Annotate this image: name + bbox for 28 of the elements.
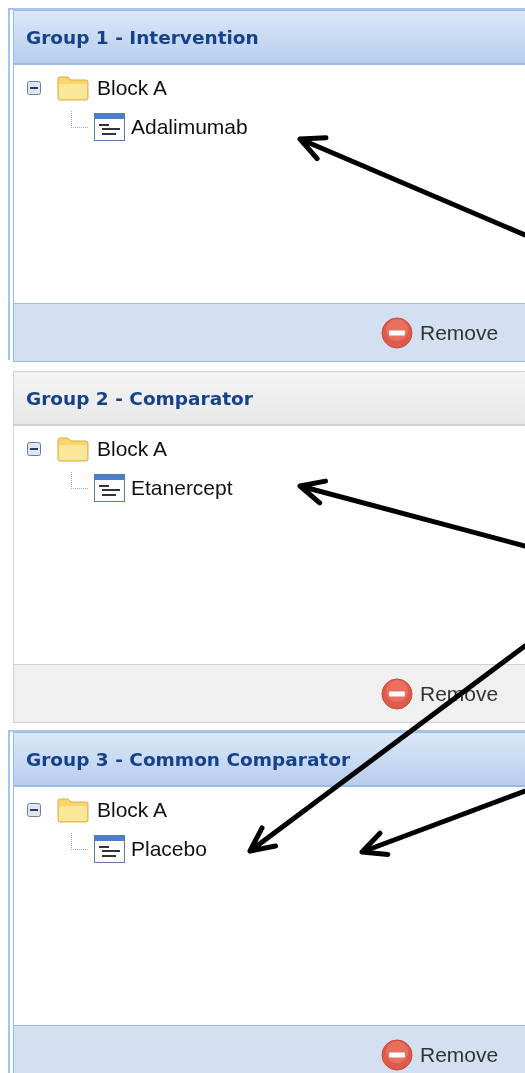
folder-icon [57, 435, 89, 462]
tree-node-label[interactable]: Block A [97, 75, 168, 100]
tree-node-label[interactable]: Block A [97, 797, 168, 822]
group-title: Group 3 - Common Comparator [26, 748, 351, 770]
group-panel[interactable]: Group 1 - Intervention Block A Adalimumab Remove [13, 10, 525, 362]
folder-icon [57, 74, 89, 101]
tree-connector [71, 111, 88, 128]
tree-node-label[interactable]: Block A [97, 436, 168, 461]
collapse-icon[interactable] [27, 802, 41, 817]
tree-node-label[interactable]: Etanercept [131, 475, 233, 500]
tree-node-label[interactable]: Placebo [131, 836, 207, 861]
tree-node-label[interactable]: Adalimumab [131, 114, 248, 139]
collapse-icon[interactable] [27, 441, 41, 456]
tree-connector [71, 472, 88, 489]
group-title: Group 1 - Intervention [26, 26, 259, 48]
folder-icon [57, 796, 89, 823]
form-icon [94, 834, 125, 863]
group-title: Group 2 - Comparator [26, 387, 253, 409]
remove-icon [381, 677, 413, 710]
tree-connector [71, 833, 88, 850]
collapse-icon[interactable] [27, 80, 41, 95]
form-icon [94, 112, 125, 141]
remove-icon [381, 316, 413, 349]
remove-button[interactable]: Remove [379, 1036, 501, 1073]
form-icon [94, 473, 125, 502]
group-panel[interactable]: Group 3 - Common Comparator Block A Placebo Remove [13, 732, 525, 1073]
remove-button[interactable]: Remove [379, 314, 501, 351]
remove-icon [381, 1038, 413, 1071]
